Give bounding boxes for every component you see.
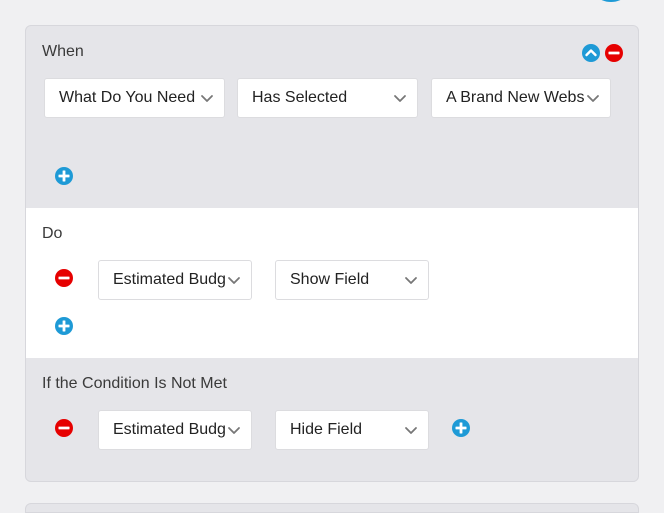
next-rule-card bbox=[25, 503, 639, 513]
collapse-button[interactable] bbox=[581, 43, 601, 63]
do-title: Do bbox=[42, 225, 63, 242]
when-value-select[interactable]: A Brand New Webs bbox=[431, 78, 611, 118]
plus-circle-icon bbox=[452, 419, 470, 437]
chevron-down-icon bbox=[587, 95, 599, 102]
do-section: Do Estimated Budg Show Field bbox=[26, 208, 638, 358]
do-field-select-value: Estimated Budg bbox=[113, 271, 226, 288]
conditional-logic-card: When What Do You Need Has Selected A Bra… bbox=[25, 25, 639, 482]
do-action-select[interactable]: Show Field bbox=[275, 260, 429, 300]
when-field-select-value: What Do You Need bbox=[59, 89, 196, 106]
when-operator-select[interactable]: Has Selected bbox=[237, 78, 418, 118]
chevron-down-icon bbox=[405, 277, 417, 284]
remove-action-button[interactable] bbox=[54, 268, 74, 288]
when-value-select-value: A Brand New Webs bbox=[446, 89, 585, 106]
else-field-select[interactable]: Estimated Budg bbox=[98, 410, 252, 450]
else-section: If the Condition Is Not Met Estimated Bu… bbox=[26, 358, 638, 481]
section-badge bbox=[588, 0, 634, 2]
chevron-down-icon bbox=[405, 427, 417, 434]
chevron-down-icon bbox=[394, 95, 406, 102]
else-action-select[interactable]: Hide Field bbox=[275, 410, 429, 450]
chevron-down-icon bbox=[201, 95, 213, 102]
chevron-down-icon bbox=[228, 427, 240, 434]
plus-circle-icon bbox=[55, 167, 73, 185]
do-action-select-value: Show Field bbox=[290, 271, 370, 288]
chevron-down-icon bbox=[228, 277, 240, 284]
plus-circle-icon bbox=[55, 317, 73, 335]
add-action-button[interactable] bbox=[54, 316, 74, 336]
when-field-select[interactable]: What Do You Need bbox=[44, 78, 225, 118]
add-condition-button[interactable] bbox=[54, 166, 74, 186]
when-title: When bbox=[42, 43, 84, 60]
chevron-up-circle-icon bbox=[582, 44, 600, 62]
else-action-select-value: Hide Field bbox=[290, 421, 363, 438]
else-field-select-value: Estimated Budg bbox=[113, 421, 226, 438]
minus-circle-icon bbox=[605, 44, 623, 62]
remove-rule-button[interactable] bbox=[604, 43, 624, 63]
else-title: If the Condition Is Not Met bbox=[42, 375, 227, 392]
minus-circle-icon bbox=[55, 419, 73, 437]
when-section: When What Do You Need Has Selected A Bra… bbox=[26, 26, 638, 208]
minus-circle-icon bbox=[55, 269, 73, 287]
when-operator-select-value: Has Selected bbox=[252, 89, 348, 106]
do-field-select[interactable]: Estimated Budg bbox=[98, 260, 252, 300]
remove-else-action-button[interactable] bbox=[54, 418, 74, 438]
add-else-action-button[interactable] bbox=[451, 418, 471, 438]
